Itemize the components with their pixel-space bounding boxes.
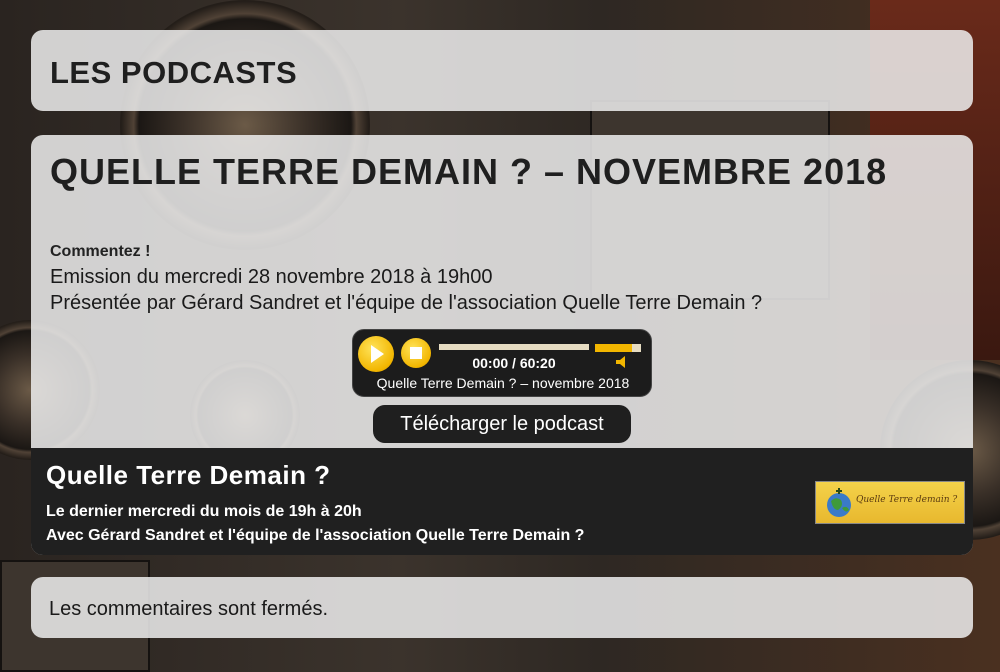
comments-section: Les commentaires sont fermés. xyxy=(31,577,973,638)
post-date: Emission du mercredi 28 novembre 2018 à … xyxy=(50,266,493,288)
progress-bar[interactable] xyxy=(439,344,589,350)
globe-icon xyxy=(827,488,851,517)
time-display: 00:00 / 60:20 xyxy=(472,355,556,371)
volume-slider[interactable] xyxy=(595,344,641,352)
speaker-icon[interactable] xyxy=(615,356,629,368)
page-title: LES PODCASTS xyxy=(50,55,298,90)
post-title: QUELLE TERRE DEMAIN ? – NOVEMBRE 2018 xyxy=(50,151,888,192)
show-logo: Quelle Terre demain ? xyxy=(815,481,965,524)
show-schedule: Le dernier mercredi du mois de 19h à 20h xyxy=(46,503,362,520)
show-host: Avec Gérard Sandret et l'équipe de l'ass… xyxy=(46,527,585,544)
stop-button[interactable] xyxy=(401,338,431,368)
show-info: Quelle Terre Demain ? Le dernier mercred… xyxy=(31,448,973,555)
logo-text: Quelle Terre demain ? xyxy=(856,495,958,505)
comment-link[interactable]: Commentez ! xyxy=(50,243,150,261)
play-icon xyxy=(371,345,384,363)
download-podcast-button[interactable]: Télécharger le podcast xyxy=(373,405,631,443)
track-title: Quelle Terre Demain ? – novembre 2018 xyxy=(376,375,630,391)
podcast-post: QUELLE TERRE DEMAIN ? – NOVEMBRE 2018 Co… xyxy=(31,135,973,555)
show-title: Quelle Terre Demain ? xyxy=(46,460,331,490)
page-header: LES PODCASTS xyxy=(31,30,973,111)
comments-closed-message: Les commentaires sont fermés. xyxy=(49,598,328,620)
stop-icon xyxy=(410,347,422,359)
volume-level xyxy=(595,344,632,352)
audio-player: 00:00 / 60:20 Quelle Terre Demain ? – no… xyxy=(352,329,652,397)
post-presenters: Présentée par Gérard Sandret et l'équipe… xyxy=(50,292,763,314)
play-button[interactable] xyxy=(358,336,394,372)
